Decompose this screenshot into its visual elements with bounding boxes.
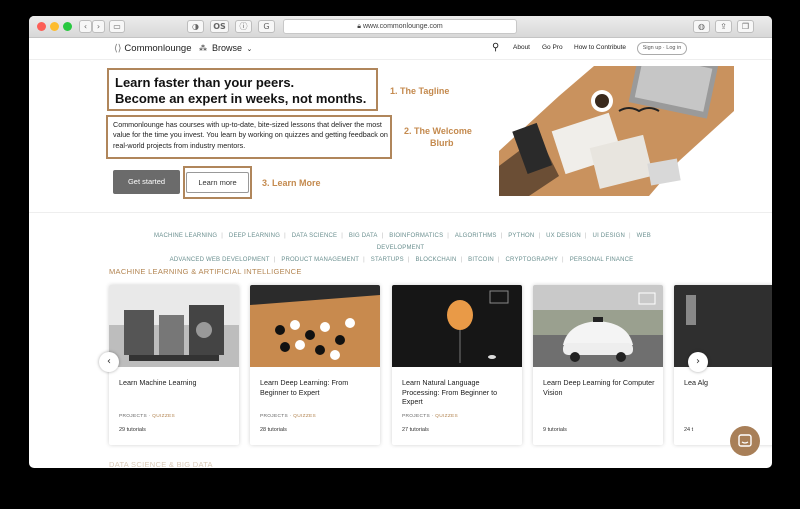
topic-tag[interactable]: DEEP LEARNING [229, 233, 280, 239]
next-section-title: DATA SCIENCE & BIG DATA [109, 460, 213, 468]
commonlounge-logo-icon: ⟨⟩ [114, 43, 122, 54]
topic-tag[interactable]: UX DESIGN [546, 233, 581, 239]
card-tags: PROJECTS · QUIZZES [402, 414, 459, 419]
grammarly-icon[interactable]: G [258, 20, 275, 33]
chat-icon [738, 434, 752, 447]
topic-tag[interactable]: PRODUCT MANAGEMENT [281, 257, 359, 263]
card-tutorial-count: 27 tutorials [402, 427, 429, 433]
carousel-next-button[interactable]: › [688, 352, 708, 372]
annotation-tagline: 1. The Tagline [390, 86, 450, 96]
card-tags: PROJECTS · QUIZZES [119, 414, 176, 419]
nav-go-pro[interactable]: Go Pro [542, 44, 563, 51]
topic-tag[interactable]: ALGORITHMS [455, 233, 497, 239]
os-icon[interactable]: OS [210, 20, 229, 33]
topic-tag[interactable]: STARTUPS [371, 257, 404, 263]
course-card[interactable]: Learn Deep Learning: From Beginner to Ex… [250, 285, 380, 445]
course-card[interactable]: Learn Deep Learning for Computer Vision … [533, 285, 663, 445]
site-logo[interactable]: ⟨⟩ Commonlounge [114, 43, 192, 54]
card-tutorial-count: 9 tutorials [543, 427, 567, 433]
chat-button[interactable] [730, 426, 760, 456]
section-title: MACHINE LEARNING & ARTIFICIAL INTELLIGEN… [109, 267, 302, 276]
card-title: Learn Machine Learning [119, 378, 197, 387]
topic-tag[interactable]: CRYPTOGRAPHY [506, 257, 559, 263]
card-title: Learn Deep Learning: From Beginner to Ex… [260, 378, 349, 397]
browser-window: ‹ › ▭ ◑ OS ⓘ G 🔒︎ www.commonlounge.com ◍… [29, 16, 772, 468]
privacy-icon[interactable]: ◑ [187, 20, 204, 33]
minimize-window-button[interactable] [50, 22, 59, 31]
site-header: ⟨⟩ Commonlounge ⁂ Browse ⌄ ⚲ About Go Pro … [29, 38, 772, 60]
card-image-go-board [250, 285, 380, 367]
annotation-blurb-line2: Blurb [430, 138, 454, 148]
card-title: Learn Natural Language Processing: From … [402, 378, 498, 406]
card-image-balloon [392, 285, 522, 367]
share-icon[interactable]: ⇪ [715, 20, 732, 33]
browser-toolbar: ‹ › ▭ ◑ OS ⓘ G 🔒︎ www.commonlounge.com ◍… [29, 16, 772, 38]
nav-about[interactable]: About [513, 44, 530, 51]
topic-tag[interactable]: PERSONAL FINANCE [570, 257, 634, 263]
card-image-robotics [109, 285, 239, 367]
welcome-blurb: Commonlounge has courses with up-to-date… [113, 120, 388, 150]
hero-divider [29, 212, 772, 213]
hero-desk-image [499, 66, 734, 196]
card-title: Lea Alg [684, 378, 708, 387]
back-icon[interactable]: ‹ [79, 20, 92, 33]
topic-tag[interactable]: BIOINFORMATICS [389, 233, 443, 239]
annotation-learn-more: 3. Learn More [262, 178, 321, 188]
maximize-window-button[interactable] [63, 22, 72, 31]
signup-login-button[interactable]: Sign up · Log in [637, 42, 687, 55]
card-tutorial-count: 28 tutorials [260, 427, 287, 433]
browse-menu[interactable]: ⁂ Browse ⌄ [199, 43, 252, 53]
lock-icon: 🔒︎ [357, 23, 361, 30]
chevron-down-icon: ⌄ [246, 46, 253, 53]
shield-icon[interactable]: ◍ [693, 20, 710, 33]
hero-tagline: Learn faster than your peers. Become an … [115, 75, 367, 106]
card-tutorial-count: 29 tutorials [119, 427, 146, 433]
topic-tag[interactable]: BLOCKCHAIN [415, 257, 456, 263]
topic-tag[interactable]: BITCOIN [468, 257, 494, 263]
close-window-button[interactable] [37, 22, 46, 31]
topic-tag[interactable]: PYTHON [508, 233, 534, 239]
topic-tags: MACHINE LEARNING | DEEP LEARNING | DATA SC… [154, 233, 651, 263]
grid-icon: ⁂ [199, 44, 207, 53]
nav-how-to-contribute[interactable]: How to Contribute [574, 44, 626, 51]
info-icon[interactable]: ⓘ [235, 20, 252, 33]
address-bar[interactable]: 🔒︎ www.commonlounge.com [283, 19, 517, 34]
topic-tag[interactable]: MACHINE LEARNING [154, 233, 217, 239]
card-title: Learn Deep Learning for Computer Vision [543, 378, 655, 397]
card-image-algorithms [674, 285, 772, 367]
carousel-prev-button[interactable]: ‹ [99, 352, 119, 372]
card-tags: PROJECTS · QUIZZES [260, 414, 317, 419]
learn-more-button[interactable]: Learn more [186, 172, 249, 193]
topic-tag[interactable]: DATA SCIENCE [292, 233, 338, 239]
annotation-blurb-line1: 2. The Welcome [404, 126, 472, 136]
sidebar-icon[interactable]: ▭ [109, 20, 125, 33]
card-tutorial-count: 24 t [684, 427, 694, 433]
get-started-button[interactable]: Get started [113, 170, 180, 194]
card-image-self-driving-car [533, 285, 663, 367]
tabs-overview-icon[interactable]: ❐ [737, 20, 754, 33]
course-card[interactable]: Learn Natural Language Processing: From … [392, 285, 522, 445]
course-card[interactable]: Learn Machine Learning PROJECTS · QUIZZE… [109, 285, 239, 445]
topic-tag[interactable]: UI DESIGN [593, 233, 625, 239]
topic-tag[interactable]: ADVANCED WEB DEVELOPMENT [170, 257, 270, 263]
search-icon[interactable]: ⚲ [492, 42, 499, 53]
forward-icon[interactable]: › [92, 20, 105, 33]
topic-tag[interactable]: BIG DATA [349, 233, 378, 239]
